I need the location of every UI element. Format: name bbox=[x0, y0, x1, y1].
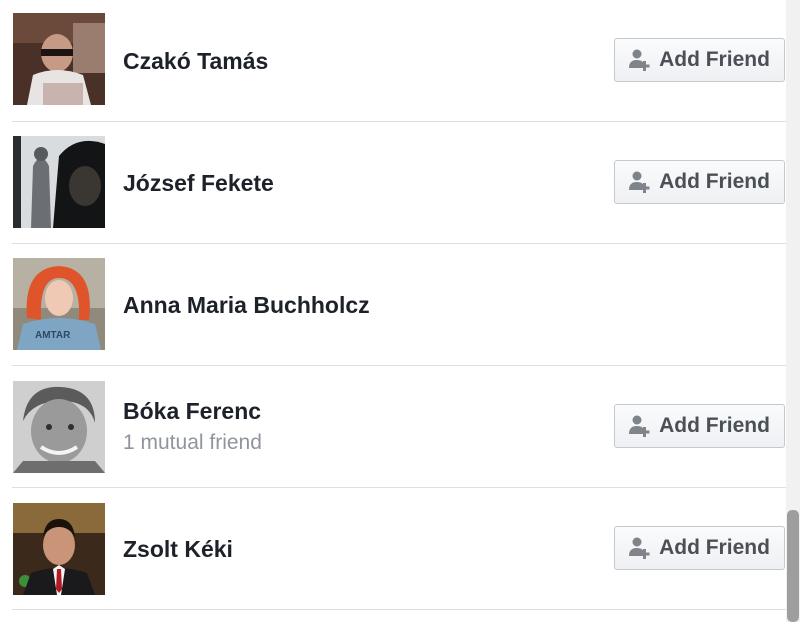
add-friend-button[interactable]: Add Friend bbox=[614, 404, 785, 448]
add-friend-button[interactable]: Add Friend bbox=[614, 38, 785, 82]
add-friend-icon bbox=[629, 48, 651, 72]
add-friend-icon bbox=[629, 414, 651, 438]
list-item: Bóka Ferenc 1 mutual friend Add Friend bbox=[12, 366, 786, 488]
avatar[interactable]: AMTAR bbox=[13, 258, 105, 350]
list-item: AMTAR Anna Maria Buchholcz bbox=[12, 244, 786, 366]
avatar[interactable] bbox=[13, 503, 105, 595]
person-name[interactable]: Bóka Ferenc bbox=[123, 396, 262, 426]
add-friend-label: Add Friend bbox=[659, 536, 770, 559]
add-friend-button[interactable]: Add Friend bbox=[614, 160, 785, 204]
person-name[interactable]: Czakó Tamás bbox=[123, 46, 268, 76]
person-info: Bóka Ferenc 1 mutual friend bbox=[123, 366, 262, 487]
avatar[interactable] bbox=[13, 13, 105, 105]
list-item: Zsolt Kéki Add Friend bbox=[12, 488, 786, 610]
person-name[interactable]: József Fekete bbox=[123, 168, 274, 198]
add-friend-button[interactable]: Add Friend bbox=[614, 526, 785, 570]
scrollbar-thumb[interactable] bbox=[787, 510, 799, 622]
svg-text:AMTAR: AMTAR bbox=[35, 330, 71, 341]
people-list: Czakó Tamás Add Friend József Fekete Add… bbox=[0, 0, 786, 622]
add-friend-icon bbox=[629, 170, 651, 194]
add-friend-icon bbox=[629, 536, 651, 560]
person-info: Anna Maria Buchholcz bbox=[123, 244, 370, 365]
add-friend-label: Add Friend bbox=[659, 48, 770, 71]
mutual-friends[interactable]: 1 mutual friend bbox=[123, 428, 262, 458]
add-friend-label: Add Friend bbox=[659, 414, 770, 437]
avatar[interactable] bbox=[13, 136, 105, 228]
person-info: Czakó Tamás bbox=[123, 0, 268, 121]
person-name[interactable]: Zsolt Kéki bbox=[123, 534, 233, 564]
list-item: Czakó Tamás Add Friend bbox=[12, 0, 786, 122]
scrollbar[interactable] bbox=[786, 0, 800, 622]
person-info: József Fekete bbox=[123, 122, 274, 243]
avatar[interactable] bbox=[13, 381, 105, 473]
person-info: Zsolt Kéki bbox=[123, 488, 233, 609]
list-item: József Fekete Add Friend bbox=[12, 122, 786, 244]
add-friend-label: Add Friend bbox=[659, 170, 770, 193]
person-name[interactable]: Anna Maria Buchholcz bbox=[123, 290, 370, 320]
